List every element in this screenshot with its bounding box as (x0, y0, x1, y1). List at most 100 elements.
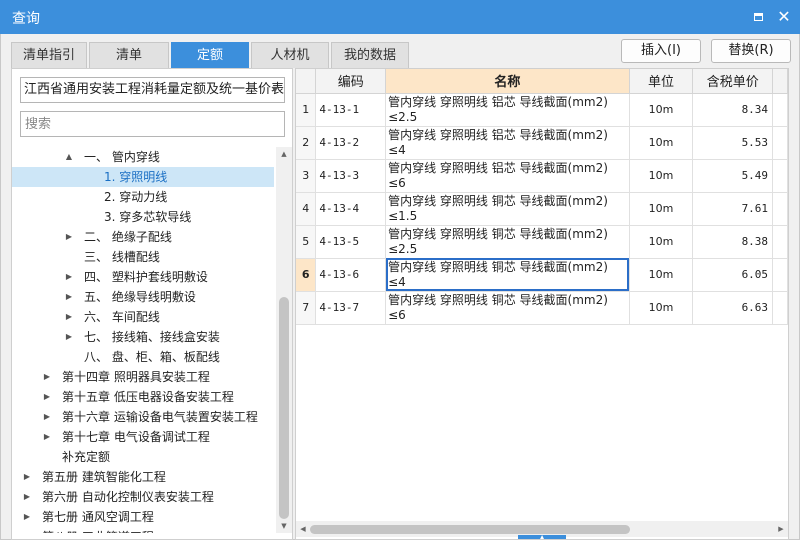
tree-vertical-scrollbar[interactable]: ▲ ▼ (276, 147, 292, 533)
scrollbar-thumb[interactable] (279, 297, 289, 519)
expand-arrow-icon[interactable]: ▶ (64, 267, 74, 287)
tab-list[interactable]: 清单 (89, 42, 169, 68)
cell-code[interactable]: 4-13-1 (315, 93, 387, 127)
table-row[interactable]: 2 4-13-2 管内穿线 穿照明线 铝芯 导线截面(mm2) ≤4 10m 5.53 (296, 126, 788, 160)
tab-labor-material-machine[interactable]: 人材机 (251, 42, 329, 68)
tree-node[interactable]: ▶ 五、 绝缘导线明敷设 (12, 287, 274, 307)
cell-name[interactable]: 管内穿线 穿照明线 铝芯 导线截面(mm2) ≤2.5 (385, 93, 630, 127)
cell-unit[interactable]: 10m (629, 291, 694, 325)
cell-price[interactable]: 8.38 (692, 225, 774, 259)
expand-arrow-icon[interactable]: ▶ (42, 367, 52, 387)
cell-unit[interactable]: 10m (629, 225, 694, 259)
header-name[interactable]: 名称 (385, 69, 630, 94)
quota-library-select[interactable]: 江西省通用安装工程消耗量定额及统一基价表( ▼ (20, 77, 285, 103)
tree-node[interactable]: ▶ 第七册 通风空调工程 (12, 507, 274, 527)
scroll-down-icon[interactable]: ▼ (276, 519, 292, 533)
cell-code[interactable]: 4-13-3 (315, 159, 387, 193)
tree-node[interactable]: ▶ 七、 接线箱、接线盒安装 (12, 327, 274, 347)
table-row[interactable]: 3 4-13-3 管内穿线 穿照明线 铝芯 导线截面(mm2) ≤6 10m 5.49 (296, 159, 788, 193)
cell-price[interactable]: 6.05 (692, 258, 774, 292)
row-index[interactable]: 6 (296, 258, 317, 292)
cell-name[interactable]: 管内穿线 穿照明线 铜芯 导线截面(mm2) ≤6 (385, 291, 630, 325)
tree-node[interactable]: ▶ 第八册 工业管道工程 (12, 527, 274, 533)
cell-unit[interactable]: 10m (629, 258, 694, 292)
cell-name[interactable]: 管内穿线 穿照明线 铜芯 导线截面(mm2) ≤4 (385, 258, 630, 292)
cell-code[interactable]: 4-13-4 (315, 192, 387, 226)
row-index[interactable]: 2 (296, 126, 317, 160)
collapse-arrow-icon[interactable]: ▲ (64, 147, 74, 167)
expand-arrow-icon[interactable]: ▶ (22, 507, 32, 527)
scroll-up-icon[interactable]: ▲ (276, 147, 292, 161)
tree-node[interactable]: ▶ 第十四章 照明器具安装工程 (12, 367, 274, 387)
tree-node[interactable]: ▶ 第十五章 低压电器设备安装工程 (12, 387, 274, 407)
cell-extra[interactable] (772, 93, 788, 127)
tree-node[interactable]: ▶ 第五册 建筑智能化工程 (12, 467, 274, 487)
table-row[interactable]: 5 4-13-5 管内穿线 穿照明线 铜芯 导线截面(mm2) ≤2.5 10m 8.38 (296, 225, 788, 259)
collapse-handle[interactable]: ▲ (518, 535, 566, 539)
cell-unit[interactable]: 10m (629, 159, 694, 193)
row-index[interactable]: 7 (296, 291, 317, 325)
tree-node[interactable]: ▶ 第十七章 电气设备调试工程 (12, 427, 274, 447)
cell-price[interactable]: 6.63 (692, 291, 774, 325)
tree-node[interactable]: 三、 线槽配线 (12, 247, 274, 267)
row-index[interactable]: 4 (296, 192, 317, 226)
insert-button[interactable]: 插入(I) (621, 39, 701, 63)
cell-name[interactable]: 管内穿线 穿照明线 铝芯 导线截面(mm2) ≤4 (385, 126, 630, 160)
expand-arrow-icon[interactable]: ▶ (64, 227, 74, 247)
cell-code[interactable]: 4-13-6 (315, 258, 387, 292)
tree-node[interactable]: ▶ 第十六章 运输设备电气装置安装工程 (12, 407, 274, 427)
header-unit[interactable]: 单位 (629, 69, 694, 94)
expand-arrow-icon[interactable]: ▶ (22, 487, 32, 507)
row-index[interactable]: 1 (296, 93, 317, 127)
expand-arrow-icon[interactable]: ▶ (22, 467, 32, 487)
search-input[interactable] (20, 111, 285, 137)
expand-arrow-icon[interactable]: ▶ (42, 427, 52, 447)
tree-node[interactable]: 补充定额 (12, 447, 274, 467)
close-button[interactable]: ✕ (774, 7, 794, 27)
replace-button[interactable]: 替换(R) (711, 39, 791, 63)
expand-arrow-icon[interactable]: ▶ (64, 327, 74, 347)
cell-name[interactable]: 管内穿线 穿照明线 铜芯 导线截面(mm2) ≤1.5 (385, 192, 630, 226)
table-row[interactable]: 4 4-13-4 管内穿线 穿照明线 铜芯 导线截面(mm2) ≤1.5 10m 7.61 (296, 192, 788, 226)
tree-node[interactable]: 八、 盘、柜、箱、板配线 (12, 347, 274, 367)
cell-price[interactable]: 7.61 (692, 192, 774, 226)
tree-node[interactable]: 1. 穿照明线 (12, 167, 274, 187)
cell-extra[interactable] (772, 126, 788, 160)
header-price[interactable]: 含税单价 (692, 69, 774, 94)
cell-code[interactable]: 4-13-7 (315, 291, 387, 325)
cell-price[interactable]: 8.34 (692, 93, 774, 127)
expand-arrow-icon[interactable]: ▶ (42, 407, 52, 427)
cell-extra[interactable] (772, 291, 788, 325)
maximize-button[interactable] (748, 7, 768, 27)
cell-unit[interactable]: 10m (629, 192, 694, 226)
tree-node[interactable]: 3. 穿多芯软导线 (12, 207, 274, 227)
scroll-left-icon[interactable]: ◀ (296, 521, 310, 537)
tree-node[interactable]: ▶ 六、 车间配线 (12, 307, 274, 327)
expand-arrow-icon[interactable]: ▶ (64, 307, 74, 327)
table-row[interactable]: 7 4-13-7 管内穿线 穿照明线 铜芯 导线截面(mm2) ≤6 10m 6.63 (296, 291, 788, 325)
cell-code[interactable]: 4-13-2 (315, 126, 387, 160)
cell-code[interactable]: 4-13-5 (315, 225, 387, 259)
scrollbar-thumb[interactable] (310, 525, 630, 534)
table-row[interactable]: 6 4-13-6 管内穿线 穿照明线 铜芯 导线截面(mm2) ≤4 10m 6.05 (296, 258, 788, 292)
tree-node[interactable]: ▶ 四、 塑料护套线明敷设 (12, 267, 274, 287)
header-code[interactable]: 编码 (315, 69, 387, 94)
cell-extra[interactable] (772, 258, 788, 292)
cell-unit[interactable]: 10m (629, 93, 694, 127)
cell-name[interactable]: 管内穿线 穿照明线 铝芯 导线截面(mm2) ≤6 (385, 159, 630, 193)
tree-node[interactable]: 2. 穿动力线 (12, 187, 274, 207)
table-row[interactable]: 1 4-13-1 管内穿线 穿照明线 铝芯 导线截面(mm2) ≤2.5 10m 8.34 (296, 93, 788, 127)
cell-name[interactable]: 管内穿线 穿照明线 铜芯 导线截面(mm2) ≤2.5 (385, 225, 630, 259)
tree-node[interactable]: ▶ 二、 绝缘子配线 (12, 227, 274, 247)
cell-extra[interactable] (772, 192, 788, 226)
expand-arrow-icon[interactable]: ▶ (42, 387, 52, 407)
cell-price[interactable]: 5.53 (692, 126, 774, 160)
row-index[interactable]: 5 (296, 225, 317, 259)
tab-my-data[interactable]: 我的数据 (331, 42, 409, 68)
tree-node[interactable]: ▲ 一、 管内穿线 (12, 147, 274, 167)
cell-extra[interactable] (772, 159, 788, 193)
expand-arrow-icon[interactable]: ▶ (64, 287, 74, 307)
tab-quota[interactable]: 定额 (171, 42, 249, 68)
tab-list-guide[interactable]: 清单指引 (11, 42, 87, 68)
row-index[interactable]: 3 (296, 159, 317, 193)
